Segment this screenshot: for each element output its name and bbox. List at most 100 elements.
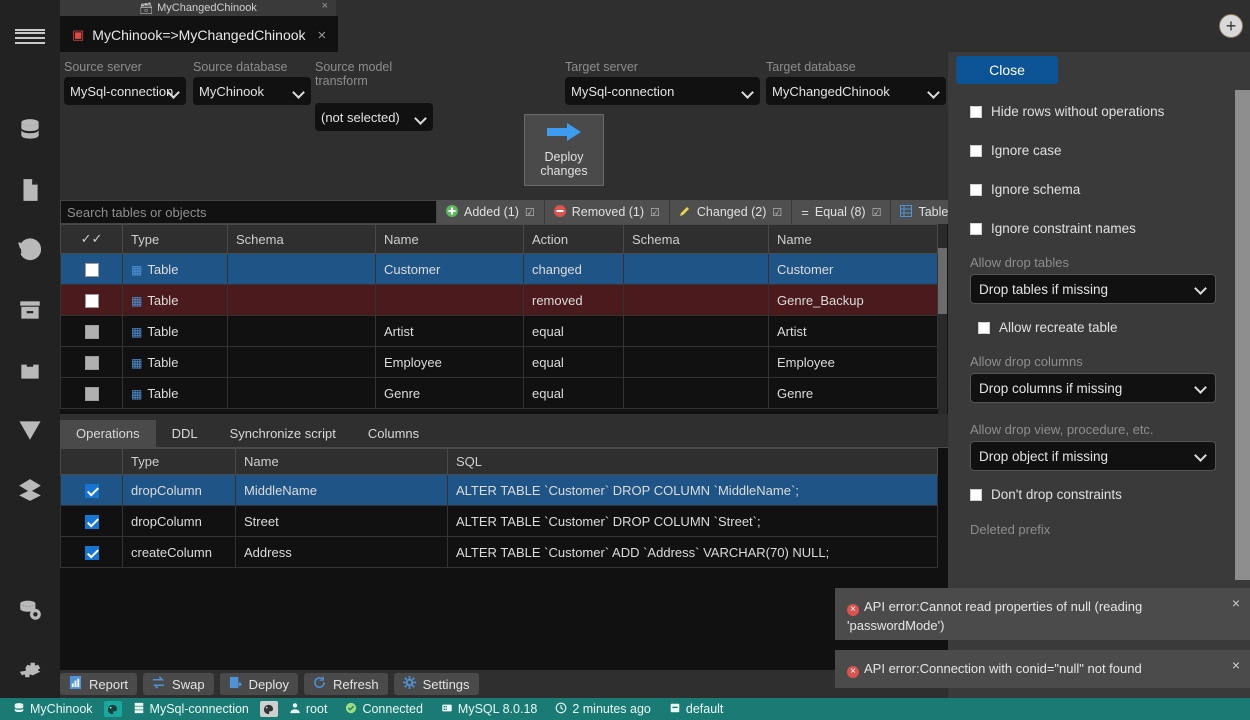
option-allow-recreate-table[interactable]: Allow recreate table <box>970 308 1216 347</box>
refresh-button[interactable]: Refresh <box>304 673 388 695</box>
row-checkbox[interactable] <box>84 324 99 339</box>
list-item[interactable]: createColumn Address ALTER TABLE `Custom… <box>60 536 938 568</box>
scrollbar-thumb[interactable] <box>938 248 947 314</box>
settings-gear-icon[interactable] <box>0 640 60 700</box>
source-model-transform-select[interactable]: (not selected) <box>315 103 433 131</box>
report-button[interactable]: Report <box>60 673 138 695</box>
ops-header-sql[interactable]: SQL <box>447 448 938 475</box>
status-user[interactable]: root <box>282 698 335 720</box>
layers-icon[interactable] <box>0 460 60 520</box>
ops-header-type[interactable]: Type <box>122 448 236 475</box>
checkbox[interactable] <box>978 321 990 334</box>
history-icon[interactable] <box>0 220 60 280</box>
status-last-refresh[interactable]: 2 minutes ago <box>548 698 658 720</box>
row-checkbox-cell[interactable] <box>60 253 123 285</box>
chip-equal[interactable]: = Equal (8) ☑ <box>792 200 892 224</box>
archive-icon[interactable] <box>0 280 60 340</box>
db-connections-icon[interactable] <box>0 580 60 640</box>
table-row[interactable]: ▦ Table Genre equal Genre <box>60 377 938 409</box>
row-checkbox-cell[interactable] <box>60 377 123 409</box>
tab-ddl[interactable]: DDL <box>156 420 214 448</box>
row-checkbox-cell[interactable] <box>60 315 123 347</box>
plugins-icon[interactable] <box>0 340 60 400</box>
compare-grid-scrollbar[interactable] <box>938 224 947 414</box>
search-input[interactable] <box>60 200 437 224</box>
checkbox[interactable] <box>970 183 982 196</box>
table-row[interactable]: ▦ Table Customer changed Customer <box>60 253 938 285</box>
filter-icon[interactable] <box>0 400 60 460</box>
list-item[interactable]: dropColumn Street ALTER TABLE `Customer`… <box>60 505 938 537</box>
source-database-select[interactable]: MyChinook <box>193 77 311 105</box>
tab-compare[interactable]: ▣ MyChinook=>MyChangedChinook × <box>60 16 339 52</box>
row-checkbox[interactable] <box>84 355 99 370</box>
chip-changed-checkbox[interactable]: ☑ <box>772 206 782 219</box>
target-database-select[interactable]: MyChangedChinook <box>766 77 946 105</box>
op-checkbox-cell[interactable] <box>60 505 123 537</box>
option-hide-rows-without-operations[interactable]: Hide rows without operations <box>970 92 1216 131</box>
op-checkbox-cell[interactable] <box>60 536 123 568</box>
swap-button[interactable]: Swap <box>143 673 214 695</box>
op-checkbox[interactable] <box>84 545 99 560</box>
database-icon[interactable] <box>0 100 60 160</box>
ops-header-name[interactable]: Name <box>235 448 448 475</box>
tab-group-header[interactable]: 🗃 MyChangedChinook × <box>60 0 336 16</box>
row-checkbox[interactable] <box>84 386 99 401</box>
target-server-select[interactable]: MySql-connection <box>565 77 760 105</box>
checkbox[interactable] <box>970 105 982 118</box>
header-name-source[interactable]: Name <box>375 224 524 254</box>
options-panel-scrollbar[interactable] <box>1235 90 1250 580</box>
chip-removed[interactable]: Removed (1) ☑ <box>545 200 670 224</box>
chip-removed-checkbox[interactable]: ☑ <box>650 206 660 219</box>
deploy-button[interactable]: Deploy <box>219 673 299 695</box>
select-all-header[interactable]: ✓✓ <box>60 224 123 254</box>
chip-added[interactable]: Added (1) ☑ <box>437 200 545 224</box>
option-dont-drop-constraints[interactable]: Don't drop constraints <box>970 475 1216 514</box>
op-checkbox-cell[interactable] <box>60 474 123 506</box>
allow-drop-tables-select[interactable]: Drop tables if missing <box>970 274 1216 304</box>
add-tab-button[interactable]: + <box>1219 14 1243 38</box>
chip-changed[interactable]: Changed (2) ☑ <box>670 200 793 224</box>
status-connection[interactable]: MySql-connection <box>126 698 256 720</box>
list-item[interactable]: dropColumn MiddleName ALTER TABLE `Custo… <box>60 474 938 506</box>
header-name-target[interactable]: Name <box>768 224 938 254</box>
source-server-select[interactable]: MySql-connection <box>64 77 186 105</box>
row-checkbox[interactable] <box>84 262 99 277</box>
allow-drop-columns-select[interactable]: Drop columns if missing <box>970 373 1216 403</box>
checkbox[interactable] <box>970 222 982 235</box>
tab-group-close-icon[interactable]: × <box>322 0 328 12</box>
option-ignore-case[interactable]: Ignore case <box>970 131 1216 170</box>
deploy-changes-button[interactable]: Deploy changes <box>524 114 604 186</box>
row-checkbox-cell[interactable] <box>60 346 123 378</box>
header-action[interactable]: Action <box>523 224 624 254</box>
op-checkbox[interactable] <box>84 514 99 529</box>
tab-synchronize-script[interactable]: Synchronize script <box>214 420 352 448</box>
table-row[interactable]: ▦ Table removed Genre_Backup <box>60 284 938 316</box>
allow-drop-object-select[interactable]: Drop object if missing <box>970 441 1216 471</box>
tab-columns[interactable]: Columns <box>352 420 435 448</box>
table-row[interactable]: ▦ Table Artist equal Artist <box>60 315 938 347</box>
tab-close-icon[interactable]: × <box>318 27 327 44</box>
status-schema[interactable]: default <box>662 698 731 720</box>
header-schema-target[interactable]: Schema <box>623 224 769 254</box>
connection-theme-badge[interactable] <box>259 701 278 717</box>
file-icon[interactable] <box>0 160 60 220</box>
hamburger-menu-icon[interactable] <box>0 0 60 60</box>
settings-button[interactable]: Settings <box>393 673 479 695</box>
status-database[interactable]: MyChinook <box>6 698 100 720</box>
header-type[interactable]: Type <box>122 224 228 254</box>
op-checkbox[interactable] <box>84 483 99 498</box>
header-schema-source[interactable]: Schema <box>227 224 376 254</box>
option-ignore-schema[interactable]: Ignore schema <box>970 170 1216 209</box>
row-checkbox-cell[interactable] <box>60 284 123 316</box>
table-row[interactable]: ▦ Table Employee equal Employee <box>60 346 938 378</box>
checkbox[interactable] <box>970 488 982 501</box>
tab-operations[interactable]: Operations <box>60 420 156 448</box>
row-checkbox[interactable] <box>84 293 99 308</box>
option-ignore-constraint-names[interactable]: Ignore constraint names <box>970 209 1216 248</box>
checkbox[interactable] <box>970 144 982 157</box>
chip-equal-checkbox[interactable]: ☑ <box>872 206 882 219</box>
toast-close-icon[interactable]: × <box>1232 594 1240 613</box>
close-button[interactable]: Close <box>956 56 1058 84</box>
toast-close-icon[interactable]: × <box>1232 656 1240 675</box>
chip-added-checkbox[interactable]: ☑ <box>525 206 535 219</box>
